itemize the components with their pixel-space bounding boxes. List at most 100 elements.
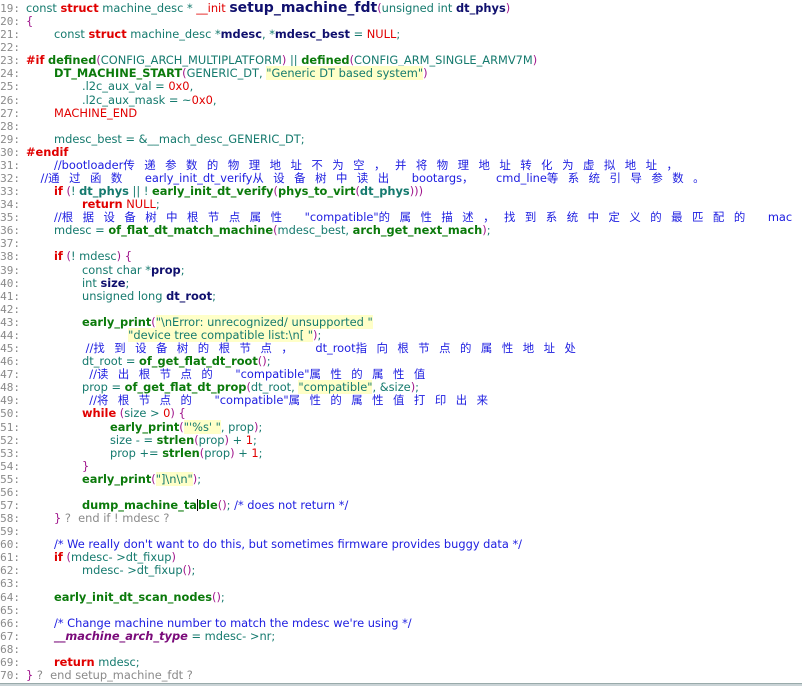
punctuation: ) xyxy=(171,550,176,565)
keyword: struct xyxy=(88,27,127,42)
code-line[interactable]: 36: mdesc = of_flat_dt_match_machine(mde… xyxy=(0,224,802,238)
number-literal: 1 xyxy=(245,432,254,447)
code-text: ; xyxy=(197,471,202,486)
comment-chinese: 从设备树中读出 xyxy=(252,171,412,186)
code-text: const char * xyxy=(26,262,151,277)
keyword: while xyxy=(82,406,117,421)
code-line[interactable]: 41: unsigned long dt_root; xyxy=(0,288,802,303)
code-text: || xyxy=(286,53,302,68)
comment: /* Change machine number to match the md… xyxy=(54,615,412,630)
line-number: 70: xyxy=(0,668,20,682)
punctuation: ) xyxy=(505,1,511,15)
comment: /* We really don't want to do this, but … xyxy=(54,537,522,552)
code-text: ; xyxy=(125,275,130,290)
comment: //bootloader xyxy=(54,157,124,172)
code-line[interactable]: 29: mdesc_best = &__mach_desc_GENERIC_DT… xyxy=(0,132,802,146)
code-text: dt_root = xyxy=(26,354,140,369)
line-number: 39: xyxy=(0,263,20,277)
global-variable: __machine_arch_type xyxy=(54,628,188,643)
line-code: early_init_dt_scan_nodes(); xyxy=(20,589,225,604)
code-line[interactable]: 21: const struct machine_desc *mdesc, *m… xyxy=(0,27,802,42)
line-number: 50: xyxy=(0,407,20,421)
function-name: early_print xyxy=(82,471,152,486)
comment-chinese: 找到设备树的根节点， xyxy=(93,341,316,356)
punctuation: () xyxy=(217,497,227,512)
line-code: } ? end if ! mdesc ? xyxy=(20,512,169,525)
code-line[interactable]: 53: prop += strlen(prop) + 1; xyxy=(0,445,802,460)
line-number: 51: xyxy=(0,420,20,434)
identifier: dt_root xyxy=(166,288,213,303)
code-line[interactable]: 70:} ? end setup_machine_fdt ? xyxy=(0,668,802,682)
line-number: 24: xyxy=(0,67,20,81)
code-line[interactable]: 64: early_init_dt_scan_nodes(); xyxy=(0,589,802,604)
keyword: if xyxy=(54,184,63,199)
code-text: ; xyxy=(317,327,322,342)
code-line[interactable]: 55: early_print("]\n\n"); xyxy=(0,471,802,486)
punctuation: () xyxy=(212,589,221,604)
code-text: prop += xyxy=(26,445,163,460)
number-literal: 1 xyxy=(251,445,259,460)
line-number: 65: xyxy=(0,603,20,617)
macro: MACHINE_END xyxy=(54,105,138,120)
code-text: ; xyxy=(266,354,271,369)
line-number: 37: xyxy=(0,237,20,251)
line-code: const struct machine_desc * __init setup… xyxy=(20,1,511,15)
code-text: mdesc; xyxy=(94,654,140,669)
line-number: 26: xyxy=(0,93,20,107)
function-name: strlen xyxy=(156,432,195,447)
code-line[interactable]: 27: MACHINE_END xyxy=(0,105,802,120)
comment: // xyxy=(89,367,97,382)
line-number: 57: xyxy=(0,498,20,512)
line-number: 21: xyxy=(0,28,20,42)
code-text: = xyxy=(349,27,367,42)
keyword: if xyxy=(54,249,63,264)
comment-chinese: 等系统引导参数。 xyxy=(546,171,715,186)
line-number: 40: xyxy=(0,276,20,290)
function-name: defined xyxy=(48,53,97,68)
comment: mac xyxy=(767,210,793,225)
line-number: 43: xyxy=(0,315,20,329)
line-number: 22: xyxy=(0,41,20,55)
code-text: ; xyxy=(226,497,235,512)
function-name: DT_MACHINE_START xyxy=(54,66,183,81)
code-text: ; xyxy=(258,445,263,460)
code-text: mdesc- >dt_fixup xyxy=(26,563,183,578)
comment-chinese: 读出根节点的 xyxy=(96,367,236,382)
code-line[interactable]: 62: mdesc- >dt_fixup(); xyxy=(0,563,802,578)
line-number: 66: xyxy=(0,616,20,630)
line-code: MACHINE_END xyxy=(20,105,138,120)
code-text: size > xyxy=(124,406,164,421)
function-name: phys_to_virt xyxy=(277,184,356,199)
comment: cmd_line xyxy=(496,171,547,186)
line-number: 49: xyxy=(0,394,20,408)
line-number: 42: xyxy=(0,302,20,316)
code-line[interactable]: 58: } ? end if ! mdesc ? xyxy=(0,512,802,526)
string-literal: "compatible" xyxy=(298,380,373,395)
code-text: , xyxy=(212,92,217,107)
code-text: int xyxy=(26,275,101,290)
line-number: 33: xyxy=(0,185,20,199)
function-name: strlen xyxy=(162,445,200,460)
code-editor[interactable]: 19: const struct machine_desc * __init se… xyxy=(0,1,802,682)
code-line[interactable]: 19: const struct machine_desc * __init se… xyxy=(0,1,802,15)
function-name: of_get_flat_dt_prop xyxy=(124,380,247,395)
identifier: dt_phys xyxy=(359,184,410,199)
code-text: ; xyxy=(486,223,491,238)
comment: "compatible" xyxy=(214,393,289,408)
line-number: 41: xyxy=(0,289,20,303)
code-line[interactable]: 67: __machine_arch_type = mdesc- >nr; xyxy=(0,628,802,643)
punctuation: { xyxy=(124,249,132,264)
line-code: mdesc = of_flat_dt_match_machine(mdesc_b… xyxy=(20,224,491,237)
code-text: ; xyxy=(258,419,263,434)
code-text: CONFIG_ARCH_MULTIPLATFORM xyxy=(100,53,282,68)
